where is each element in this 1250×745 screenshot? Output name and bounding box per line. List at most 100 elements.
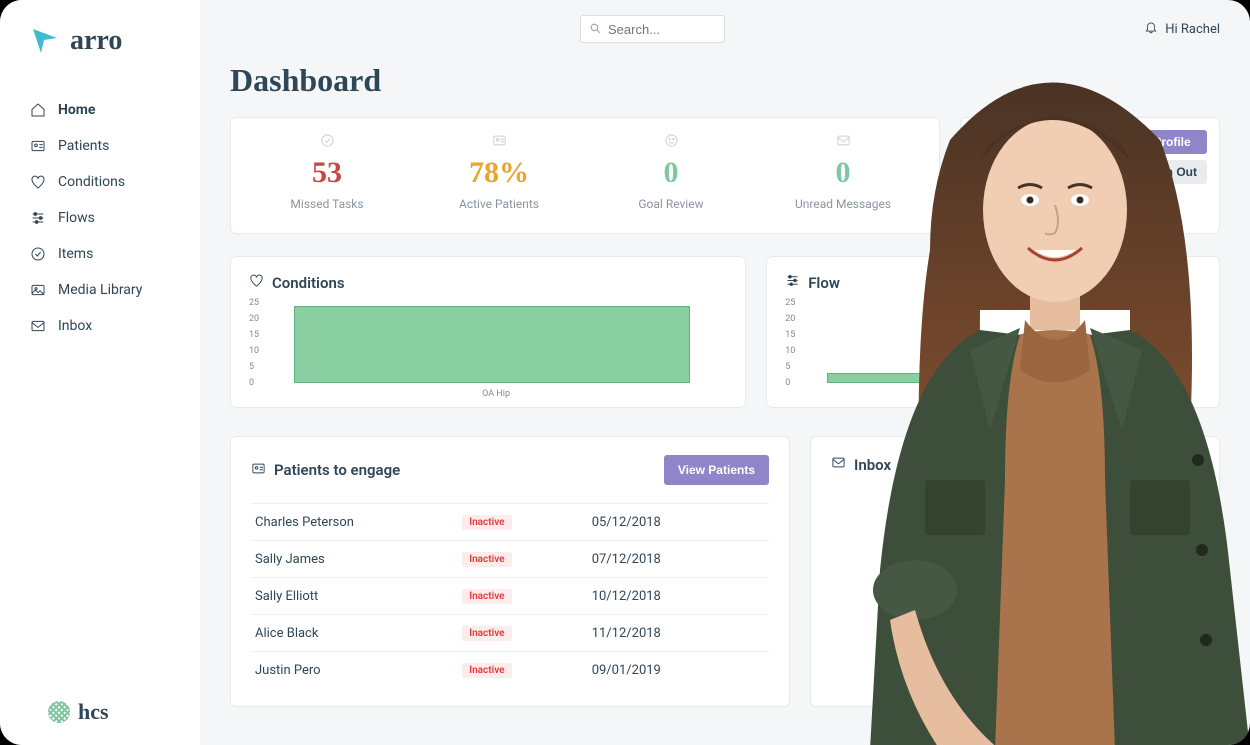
sidebar-item-label: Media Library (58, 282, 142, 298)
account-card: Account Profile Sign Out SIGNED IN AS Ra… (960, 117, 1220, 234)
stat-goal-review: 0 Goal Review (585, 133, 757, 215)
sidebar-item-patients[interactable]: Patients (0, 128, 200, 164)
stat-label: Active Patients (413, 197, 585, 211)
stat-missed-tasks: 53 Missed Tasks (241, 133, 413, 215)
row-lower: Patients to engage View Patients Charles… (230, 436, 1220, 707)
flow-chart: 0510152025 (807, 302, 1195, 397)
signout-button[interactable]: Sign Out (1137, 160, 1207, 184)
patient-status: Inactive (458, 615, 588, 652)
status-badge: Inactive (462, 626, 511, 641)
search-icon (589, 20, 602, 39)
inbox-card: Inbox (810, 436, 1220, 707)
mail-icon (757, 133, 929, 152)
sidebar-item-inbox[interactable]: Inbox (0, 308, 200, 344)
org-label: ORGANISATION (977, 190, 1203, 200)
conditions-chart-title: Conditions (272, 274, 345, 292)
image-icon (30, 282, 46, 298)
sidebar-footer-brand: hcs (0, 699, 200, 725)
chart-bar (827, 373, 1168, 383)
user-greeting[interactable]: Hi Rachel (1144, 20, 1220, 38)
stat-value: 0 (757, 156, 929, 189)
status-badge: Inactive (462, 589, 511, 604)
main-content: Hi Rachel Dashboard 53Missed Tasks78%Act… (200, 0, 1250, 745)
mail-icon (831, 455, 846, 474)
sidebar-item-label: Inbox (58, 318, 92, 334)
id-card-icon (251, 461, 266, 480)
stats-card: 53Missed Tasks78%Active Patients0Goal Re… (230, 117, 940, 234)
patient-status: Inactive (458, 504, 588, 541)
conditions-chart: 0510152025OA Hip (271, 302, 721, 397)
user-greeting-text: Hi Rachel (1165, 22, 1220, 37)
patient-name: Alice Black (251, 615, 458, 652)
sidebar-item-conditions[interactable]: Conditions (0, 164, 200, 200)
search-input[interactable] (608, 22, 716, 37)
table-row[interactable]: Sally Elliott Inactive 10/12/2018 (251, 578, 769, 615)
patient-date: 11/12/2018 (588, 615, 769, 652)
table-row[interactable]: Alice Black Inactive 11/12/2018 (251, 615, 769, 652)
patient-name: Sally Elliott (251, 578, 458, 615)
sidebar-item-label: Conditions (58, 174, 125, 190)
brand-mark-icon (30, 26, 60, 56)
heart-icon (249, 273, 264, 292)
sliders-icon (30, 210, 46, 226)
table-row[interactable]: Justin PeroInactive09/01/2019 (251, 652, 769, 689)
row-charts: Conditions 0510152025OA Hip Flow 0510152… (230, 256, 1220, 408)
patient-name: Charles Peterson (251, 504, 458, 541)
user-icon (977, 132, 991, 151)
stat-label: Missed Tasks (241, 197, 413, 211)
stat-label: Goal Review (585, 197, 757, 211)
sidebar-item-label: Home (58, 102, 95, 118)
patient-name: Justin Pero (251, 652, 458, 689)
patient-date: 09/01/2019 (588, 652, 769, 689)
mail-icon (30, 318, 46, 334)
chart-bar (294, 306, 690, 383)
patient-status: Inactive (458, 652, 588, 689)
stat-value: 0 (585, 156, 757, 189)
stat-value: 53 (241, 156, 413, 189)
check-circle-icon (30, 246, 46, 262)
patient-status: Inactive (458, 578, 588, 615)
brand-logo: arro (0, 25, 200, 82)
stat-active-patients: 78% Active Patients (413, 133, 585, 215)
patients-engage-card: Patients to engage View Patients Charles… (230, 436, 790, 707)
id-card-icon (30, 138, 46, 154)
sidebar-item-home[interactable]: Home (0, 92, 200, 128)
home-icon (30, 102, 46, 118)
status-badge: Inactive (462, 515, 511, 530)
hcs-mark-icon (48, 701, 70, 723)
sliders-icon (785, 273, 800, 292)
sidebar-item-media-library[interactable]: Media Library (0, 272, 200, 308)
flow-chart-card: Flow 0510152025 (766, 256, 1220, 408)
stat-value: 78% (413, 156, 585, 189)
table-row[interactable]: Charles Peterson Inactive 05/12/2018 (251, 504, 769, 541)
sidebar-item-label: Patients (58, 138, 109, 154)
sidebar: arro Home Patients Conditions Flows Item… (0, 0, 200, 745)
flow-chart-title: Flow (808, 274, 840, 292)
patient-date: 05/12/2018 (588, 504, 769, 541)
app-window: arro Home Patients Conditions Flows Item… (0, 0, 1250, 745)
patients-engage-title: Patients to engage (274, 461, 400, 479)
table-row[interactable]: Sally James Inactive 07/12/2018 (251, 541, 769, 578)
sidebar-item-flows[interactable]: Flows (0, 200, 200, 236)
id-card-icon (413, 133, 585, 152)
profile-button[interactable]: Profile (1137, 130, 1207, 154)
search-box[interactable] (580, 15, 725, 43)
conditions-chart-card: Conditions 0510152025OA Hip (230, 256, 746, 408)
topbar: Hi Rachel (230, 0, 1220, 58)
row-summary: 53Missed Tasks78%Active Patients0Goal Re… (230, 117, 1220, 234)
view-patients-button[interactable]: View Patients (664, 455, 769, 485)
inbox-title: Inbox (854, 456, 891, 474)
patient-date: 07/12/2018 (588, 541, 769, 578)
hcs-text: hcs (78, 699, 109, 725)
bell-icon (1144, 20, 1158, 38)
sidebar-item-items[interactable]: Items (0, 236, 200, 272)
patient-date: 10/12/2018 (588, 578, 769, 615)
patient-name: Sally James (251, 541, 458, 578)
account-title: Account (998, 134, 1050, 150)
org-value: Human Hi… (977, 200, 1203, 215)
patients-table: Charles PetersonInactive05/12/2018Sally … (251, 503, 769, 688)
check-circle-icon (241, 133, 413, 152)
stat-unread-messages: 0Unread Messages (757, 133, 929, 215)
heart-icon (30, 174, 46, 190)
status-badge: Inactive (462, 552, 511, 567)
